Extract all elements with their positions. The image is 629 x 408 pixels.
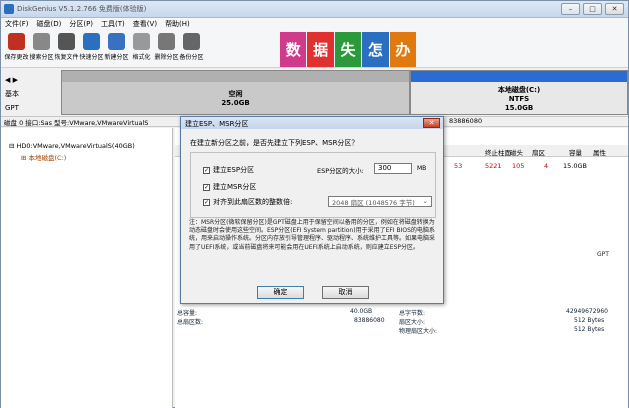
format-icon (133, 33, 150, 50)
app-window: DiskGenius V5.1.2.766 免费版(体验版) – □ ✕ 文件(… (0, 0, 629, 408)
menu-help[interactable]: 帮助(H) (161, 18, 194, 30)
window-title: DiskGenius V5.1.2.766 免费版(体验版) (17, 5, 147, 13)
tree-partition-node[interactable]: ⊞ 本地磁盘(C:) (21, 152, 66, 162)
toolbar-label: 保存更改 (4, 54, 29, 61)
esp-size-label: ESP分区的大小: (317, 167, 364, 175)
minimize-button[interactable]: – (561, 3, 580, 15)
maximize-button[interactable]: □ (583, 3, 602, 15)
recover-icon (58, 33, 75, 50)
menu-file[interactable]: 文件(F) (1, 18, 33, 30)
ad-char: 失 (334, 32, 362, 67)
toolbar-button[interactable]: 保存更改 (4, 30, 29, 66)
partition-c-fs: NTFS (508, 95, 530, 103)
esp-checkbox[interactable]: ✓ 建立ESP分区 (203, 165, 254, 175)
disk-map: ◀ ▶ 基本 GPT 空闲 25.0GB 本地磁盘(C:) NTFS 15.0G… (1, 69, 628, 117)
dialog-close-button[interactable]: ✕ (423, 118, 440, 128)
col-end-cyl: 终止柱面 (485, 149, 511, 157)
msr-checkbox[interactable]: ✓ 建立MSR分区 (203, 182, 256, 192)
search-icon (33, 33, 50, 50)
gpt-label: GPT (597, 251, 609, 258)
menu-view[interactable]: 查看(V) (129, 18, 161, 30)
dialog-title-bar: 建立ESP、MSR分区 ✕ (181, 117, 443, 129)
menu-tools[interactable]: 工具(T) (97, 18, 129, 30)
ok-button[interactable]: 确定 (257, 286, 304, 299)
close-button[interactable]: ✕ (605, 3, 624, 15)
align-select[interactable]: 2048 扇区 (1048576 字节) ⌄ (328, 196, 432, 207)
backup-icon (183, 33, 200, 50)
app-icon (4, 4, 14, 14)
col-sector: 扇区 (532, 149, 545, 157)
toolbar-label: 备份分区 (179, 54, 204, 61)
align-checkbox[interactable]: ✓ 对齐到此扇区数的整数倍: (203, 197, 292, 207)
disk-style-label: GPT (5, 104, 19, 112)
toolbar-label: 删除分区 (154, 54, 179, 61)
free-label: 空闲 (228, 90, 243, 98)
toolbar-label: 搜索分区 (29, 54, 54, 61)
toolbar-button[interactable]: 新建分区 (104, 30, 129, 66)
quick-partition-icon (83, 33, 100, 50)
esp-size-input[interactable]: 300 (374, 163, 412, 174)
toolbar-button[interactable]: 恢复文件 (54, 30, 79, 66)
disk-arrows[interactable]: ◀ ▶ (5, 73, 19, 87)
toolbar-button[interactable]: 快速分区 (79, 30, 104, 66)
toolbar-button[interactable]: 搜索分区 (29, 30, 54, 66)
toolbar-button[interactable]: 格式化 (129, 30, 154, 66)
toolbar-button[interactable]: 备份分区 (179, 30, 204, 66)
new-partition-icon (108, 33, 125, 50)
esp-msr-dialog: 建立ESP、MSR分区 ✕ 在建立新分区之前，是否先建立下列ESP、MSR分区？ (180, 116, 444, 304)
chevron-down-icon: ⌄ (422, 197, 428, 205)
free-size: 25.0GB (221, 99, 250, 107)
ad-char: 怎 (362, 32, 389, 67)
free-space-block[interactable]: 空闲 25.0GB (61, 70, 410, 115)
partition-c-block[interactable]: 本地磁盘(C:) NTFS 15.0GB (410, 70, 628, 115)
toolbar-label: 恢复文件 (54, 54, 79, 61)
dialog-question: 在建立新分区之前，是否先建立下列ESP、MSR分区？ (190, 139, 359, 147)
toolbar-label: 快速分区 (79, 54, 104, 61)
menu-disk[interactable]: 磁盘(D) (33, 18, 66, 30)
tree-disk-node[interactable]: ⊟ HD0:VMware,VMwareVirtualS(40GB) (9, 142, 135, 150)
ad-banner[interactable]: 数据失怎办 (280, 32, 417, 67)
menu-partition[interactable]: 分区(P) (65, 18, 97, 30)
delete-icon (158, 33, 175, 50)
toolbar-label: 新建分区 (104, 54, 129, 61)
save-icon (8, 33, 25, 50)
disk-tree: ⊟ HD0:VMware,VMwareVirtualS(40GB) ⊞ 本地磁盘… (1, 128, 173, 408)
disk-info-text: 磁盘 0 接口:Sas 型号:VMware,VMwareVirtualS (4, 119, 149, 127)
ad-char: 数 (280, 32, 307, 67)
partition-c-size: 15.0GB (504, 104, 534, 112)
title-bar: DiskGenius V5.1.2.766 免费版(体验版) – □ ✕ (1, 1, 628, 18)
ad-char: 办 (389, 32, 417, 67)
disk-info-sectors: 83886080 (449, 117, 483, 125)
ad-char: 据 (307, 32, 334, 67)
dialog-note: 注：MSR分区(微软保留分区)是GPT磁盘上用于保留空间以备用的分区，例如在将磁… (189, 219, 436, 251)
disk-type-label: 基本 (5, 90, 19, 98)
toolbar-button[interactable]: 删除分区 (154, 30, 179, 66)
partition-c-label: 本地磁盘(C:) (497, 86, 541, 94)
col-size: 容量 (569, 149, 582, 157)
col-attr: 属性 (593, 149, 606, 157)
col-head: 磁头 (510, 149, 523, 157)
dialog-title: 建立ESP、MSR分区 (185, 120, 249, 128)
toolbar-label: 格式化 (132, 54, 151, 61)
cancel-button[interactable]: 取消 (322, 286, 369, 299)
menu-bar: 文件(F) 磁盘(D) 分区(P) 工具(T) 查看(V) 帮助(H) (1, 18, 628, 30)
esp-size-unit: MB (417, 165, 427, 172)
